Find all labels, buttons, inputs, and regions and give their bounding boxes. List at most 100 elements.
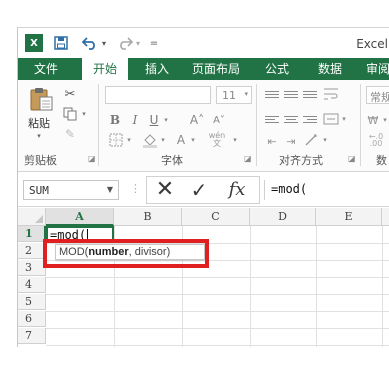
- border-icon[interactable]: [108, 132, 124, 148]
- orientation-dropdown-icon[interactable]: ▾: [321, 134, 329, 146]
- align-middle-icon[interactable]: [283, 88, 299, 100]
- group-divider: [360, 84, 361, 166]
- align-center-icon[interactable]: [283, 112, 299, 126]
- select-all-button[interactable]: [18, 208, 46, 226]
- currency-icon[interactable]: ₩: [366, 112, 380, 128]
- font-name-select[interactable]: [105, 86, 211, 104]
- number-format-select[interactable]: 常规: [366, 86, 389, 104]
- app-title: Excel: [356, 37, 388, 51]
- tab-review[interactable]: 审阅: [358, 58, 389, 80]
- gridline: [46, 277, 389, 278]
- row-header-5[interactable]: 5: [18, 294, 46, 310]
- cancel-icon[interactable]: ✕: [153, 179, 177, 201]
- paste-icon[interactable]: [27, 86, 55, 112]
- phonetic-bottom-text: 文: [213, 139, 221, 148]
- font-size-select[interactable]: 11 ▾: [216, 86, 252, 104]
- name-box-value: SUM: [29, 184, 49, 197]
- underline-dropdown-icon[interactable]: ▾: [162, 114, 170, 126]
- align-bottom-icon[interactable]: [302, 88, 318, 100]
- worksheet-grid: A B C D E 1 2 3 4 5 6 7 =mod( MOD(number…: [18, 208, 389, 347]
- align-left-icon[interactable]: [264, 112, 280, 126]
- chevron-down-icon[interactable]: ▼: [107, 185, 113, 194]
- copy-icon[interactable]: [61, 106, 79, 122]
- font-launcher-icon[interactable]: ◪: [244, 154, 252, 163]
- phonetic-dropdown-icon[interactable]: ▾: [231, 134, 239, 146]
- undo-icon[interactable]: [81, 34, 99, 52]
- phonetic-guide-icon[interactable]: wén 文: [204, 131, 230, 149]
- font-color-icon[interactable]: A: [174, 132, 188, 148]
- fill-color-dropdown-icon[interactable]: ▾: [159, 134, 167, 146]
- column-header-a[interactable]: A: [46, 208, 114, 226]
- formula-text: =mod(: [271, 182, 308, 196]
- increase-font-button[interactable]: A˄: [190, 112, 204, 128]
- increase-indent-icon[interactable]: ⇥: [283, 134, 299, 148]
- font-color-dropdown-icon[interactable]: ▾: [189, 134, 197, 146]
- tab-formulas[interactable]: 公式: [255, 58, 299, 80]
- decrease-font-button[interactable]: A˅: [212, 112, 226, 128]
- insert-function-icon[interactable]: fx: [222, 179, 252, 201]
- quick-access-toolbar: X ▾ ▾ = Excel: [18, 28, 389, 58]
- enter-icon[interactable]: ✓: [187, 179, 211, 201]
- italic-button[interactable]: I: [128, 112, 142, 128]
- paste-button[interactable]: 粘贴: [24, 116, 54, 130]
- column-header-e[interactable]: E: [316, 208, 382, 226]
- row-header-1[interactable]: 1: [18, 226, 46, 242]
- redo-icon[interactable]: [117, 34, 133, 52]
- align-right-icon[interactable]: [302, 112, 318, 126]
- row-header-4[interactable]: 4: [18, 277, 46, 293]
- tab-insert[interactable]: 插入: [136, 58, 178, 80]
- border-dropdown-icon[interactable]: ▾: [125, 134, 133, 146]
- row-header-3[interactable]: 3: [18, 260, 46, 276]
- gridline: [46, 328, 389, 329]
- column-header-f[interactable]: [382, 208, 389, 226]
- align-top-icon[interactable]: [264, 88, 280, 100]
- chevron-down-icon: ▾: [244, 90, 248, 98]
- tab-home[interactable]: 开始: [82, 58, 128, 80]
- column-header-b[interactable]: B: [114, 208, 182, 226]
- save-icon[interactable]: [53, 34, 69, 52]
- resize-handle-icon[interactable]: ⋮: [130, 182, 141, 195]
- excel-logo-icon[interactable]: X: [25, 34, 43, 52]
- underline-button[interactable]: U: [147, 112, 161, 128]
- redo-dropdown-icon[interactable]: ▾: [134, 34, 142, 52]
- merge-dropdown-icon[interactable]: ▾: [340, 113, 348, 125]
- decimal-icon[interactable]: ←.0 .00: [366, 132, 386, 148]
- fill-color-icon[interactable]: [142, 132, 158, 148]
- copy-dropdown-icon[interactable]: ▾: [80, 108, 88, 120]
- orientation-icon[interactable]: [303, 132, 321, 148]
- formula-buttons: ✕ ✓ fx: [146, 176, 260, 204]
- tab-page-layout[interactable]: 页面布局: [186, 58, 246, 80]
- formula-bar: SUM ▼ ⋮ ✕ ✓ fx =mod(: [18, 173, 389, 207]
- number-group-label: 数: [376, 154, 387, 167]
- tab-file[interactable]: 文件: [27, 58, 65, 80]
- currency-dropdown-icon[interactable]: ▾: [381, 114, 389, 126]
- row-header-2[interactable]: 2: [18, 243, 46, 259]
- tab-data[interactable]: 数据: [308, 58, 352, 80]
- row-header-6[interactable]: 6: [18, 311, 46, 327]
- gridline: [46, 294, 389, 295]
- row-header-7[interactable]: 7: [18, 328, 46, 344]
- undo-dropdown-icon[interactable]: ▾: [100, 34, 108, 52]
- clipboard-launcher-icon[interactable]: ◪: [88, 154, 96, 163]
- customize-toolbar-icon[interactable]: =: [149, 34, 159, 52]
- formula-input[interactable]: =mod(: [264, 180, 389, 200]
- cut-icon[interactable]: ✂: [61, 86, 79, 102]
- wrap-text-icon[interactable]: [322, 86, 340, 102]
- excel-window: X ▾ ▾ = Excel 文件 开始 插入 页面布局 公式 数据 审阅 粘贴 …: [17, 27, 389, 347]
- paste-dropdown-icon[interactable]: ▾: [34, 132, 44, 140]
- name-box[interactable]: SUM ▼: [23, 180, 119, 200]
- gridline: [46, 345, 389, 346]
- bold-button[interactable]: B: [108, 112, 122, 128]
- gridline: [46, 311, 389, 312]
- merge-center-icon[interactable]: [322, 111, 340, 127]
- column-header-c[interactable]: C: [182, 208, 250, 226]
- alignment-launcher-icon[interactable]: ◪: [348, 154, 356, 163]
- clipboard-group-label: 剪贴板: [24, 154, 57, 167]
- group-divider: [98, 84, 99, 166]
- format-painter-icon[interactable]: ✎: [61, 126, 79, 142]
- ribbon-home: 粘贴 ▾ ✂ ▾ ✎ 剪贴板 ◪ 11 ▾ B I U ▾ A˄ A˅ ▾ ▾ …: [18, 80, 389, 172]
- decrease-indent-icon[interactable]: ⇤: [264, 134, 280, 148]
- font-group-label: 字体: [161, 154, 183, 167]
- decimal-bottom-text: .00: [369, 139, 383, 148]
- column-header-d[interactable]: D: [250, 208, 316, 226]
